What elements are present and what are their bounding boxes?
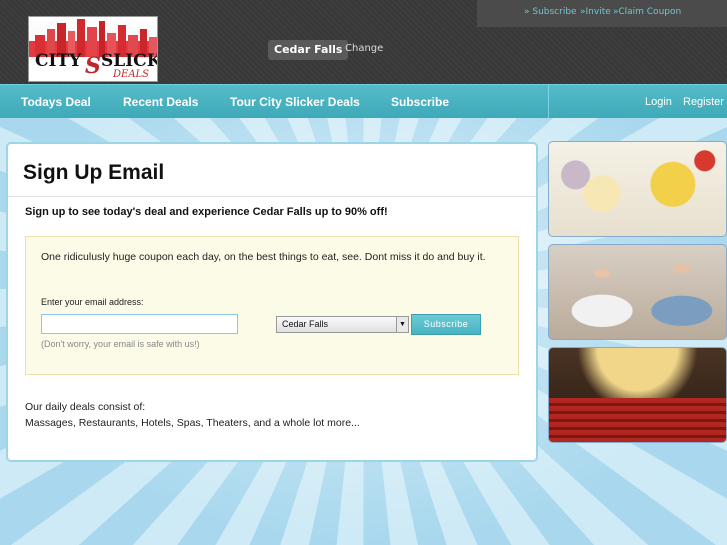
signup-tagline: Sign up to see today's deal and experien… <box>25 206 388 218</box>
title-divider <box>8 196 536 197</box>
nav-recent-deals[interactable]: Recent Deals <box>123 95 198 109</box>
register-link[interactable]: Register <box>683 96 724 108</box>
nav-subscribe[interactable]: Subscribe <box>391 95 449 109</box>
email-safe-note: (Don't worry, your email is safe with us… <box>41 339 200 349</box>
logo-word-slicker: SLICKER <box>101 51 157 71</box>
top-link-claim-coupon[interactable]: »Claim Coupon <box>613 7 681 17</box>
city-select[interactable]: Cedar Falls ▼ <box>276 316 409 333</box>
subscribe-button[interactable]: Subscribe <box>411 314 481 335</box>
change-city-link[interactable]: Change <box>345 43 383 54</box>
email-label: Enter your email address: <box>41 297 144 307</box>
food-photo <box>548 141 727 237</box>
signup-panel: Sign Up Email Sign up to see today's dea… <box>6 142 538 462</box>
site-logo[interactable]: CITY S SLICKER DEALS <box>28 16 158 82</box>
city-select-value: Cedar Falls <box>282 319 329 329</box>
login-link[interactable]: Login <box>645 96 672 108</box>
logo-word-city: CITY <box>35 51 82 71</box>
deals-list: Massages, Restaurants, Hotels, Spas, The… <box>25 417 360 429</box>
logo-swoosh-s: S <box>85 53 101 79</box>
nav-tour[interactable]: Tour City Slicker Deals <box>230 95 360 109</box>
theater-photo <box>548 347 727 443</box>
deals-heading: Our daily deals consist of: <box>25 401 146 413</box>
logo-word-deals: DEALS <box>113 69 150 80</box>
signup-form-box: One ridiculusly huge coupon each day, on… <box>25 236 519 375</box>
chevron-down-icon[interactable]: ▼ <box>396 317 408 332</box>
site-header: CITY S SLICKER DEALS Cedar Falls Change … <box>0 0 727 84</box>
main-nav: Todays Deal Recent Deals Tour City Slick… <box>0 84 727 119</box>
promo-text: One ridiculusly huge coupon each day, on… <box>41 251 486 263</box>
nav-todays-deal[interactable]: Todays Deal <box>21 95 91 109</box>
top-link-invite[interactable]: »Invite <box>580 7 611 17</box>
email-input[interactable] <box>41 314 238 334</box>
yoga-photo <box>548 244 727 340</box>
nav-divider <box>548 85 549 119</box>
page-title: Sign Up Email <box>23 161 165 184</box>
top-links-bar: » Subscribe »Invite »Claim Coupon <box>477 0 727 27</box>
current-city-badge: Cedar Falls <box>268 40 349 60</box>
top-link-subscribe[interactable]: » Subscribe <box>524 7 577 17</box>
